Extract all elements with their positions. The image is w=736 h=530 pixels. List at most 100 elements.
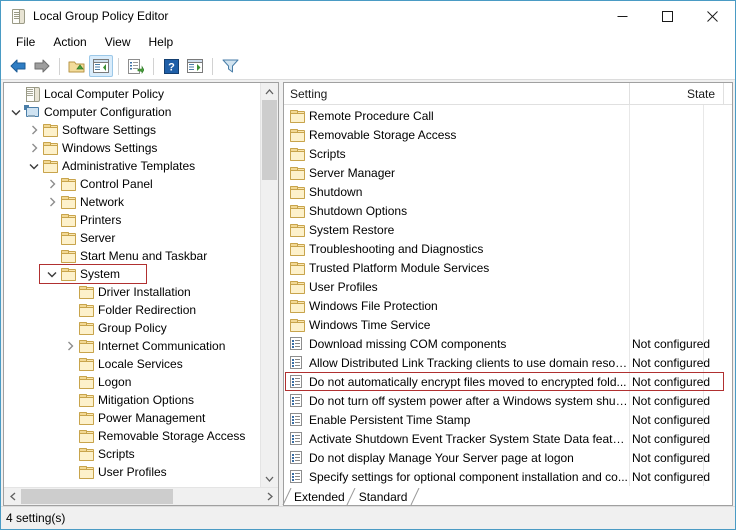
setting-row[interactable]: Do not display Manage Your Server page a… xyxy=(284,448,732,467)
folder-icon xyxy=(60,212,76,228)
setting-row[interactable]: User Profiles xyxy=(284,277,732,296)
setting-row[interactable]: System Restore xyxy=(284,220,732,239)
tree-item-system[interactable]: System xyxy=(4,265,260,283)
menu-file[interactable]: File xyxy=(7,33,44,51)
show-hide-action-pane-icon[interactable] xyxy=(183,55,207,77)
folder-icon xyxy=(78,338,94,354)
setting-row[interactable]: Specify settings for optional component … xyxy=(284,467,732,486)
setting-row[interactable]: Windows Time Service xyxy=(284,315,732,334)
tab-extended[interactable]: Extended xyxy=(282,488,353,505)
setting-row[interactable]: Shutdown xyxy=(284,182,732,201)
setting-row[interactable]: Windows File Protection xyxy=(284,296,732,315)
column-header-state[interactable]: State xyxy=(629,83,723,104)
forward-icon[interactable] xyxy=(30,55,54,77)
setting-row[interactable]: Download missing COM components Not confi… xyxy=(284,334,732,353)
chevron-down-icon[interactable] xyxy=(26,158,42,174)
setting-row[interactable]: Remote Procedure Call xyxy=(284,106,732,125)
tree-scroll-thumb[interactable] xyxy=(262,100,277,180)
column-header-setting[interactable]: Setting xyxy=(284,83,629,104)
tree-item-locale-services[interactable]: Locale Services xyxy=(4,355,260,373)
chevron-right-icon[interactable] xyxy=(62,338,78,354)
tree-item-mitigation-options[interactable]: Mitigation Options xyxy=(4,391,260,409)
tree-item-control-panel[interactable]: Control Panel xyxy=(4,175,260,193)
tree-item-server[interactable]: Server xyxy=(4,229,260,247)
tree-item-scripts[interactable]: Scripts xyxy=(4,445,260,463)
chevron-right-icon[interactable] xyxy=(44,176,60,192)
tree-item-administrative-templates[interactable]: Administrative Templates xyxy=(4,157,260,175)
tree-hscroll-thumb[interactable] xyxy=(21,489,173,504)
show-hide-console-tree-icon[interactable] xyxy=(89,55,113,77)
tree-item-power-management[interactable]: Power Management xyxy=(4,409,260,427)
scroll-up-icon[interactable] xyxy=(261,83,278,100)
tree-item-computer-configuration[interactable]: Computer Configuration xyxy=(4,103,260,121)
minimize-button[interactable] xyxy=(600,2,645,31)
setting-row[interactable]: Server Manager xyxy=(284,163,732,182)
policy-setting-icon xyxy=(289,355,305,371)
chevron-down-icon[interactable] xyxy=(8,104,24,120)
tree-item-label: Network xyxy=(80,195,125,209)
tree-item-start-menu-and-taskbar[interactable]: Start Menu and Taskbar xyxy=(4,247,260,265)
tree-item-label: Windows Settings xyxy=(62,141,158,155)
setting-name: Download missing COM components xyxy=(309,336,507,351)
folder-icon xyxy=(60,266,76,282)
tree-item-windows-settings[interactable]: Windows Settings xyxy=(4,139,260,157)
chevron-right-icon[interactable] xyxy=(26,122,42,138)
settings-list[interactable]: Remote Procedure Call Removable Storage A… xyxy=(284,105,732,486)
tree-item-label: Computer Configuration xyxy=(44,105,172,119)
tree-item-printers[interactable]: Printers xyxy=(4,211,260,229)
setting-row[interactable]: Removable Storage Access xyxy=(284,125,732,144)
tree-item-local-computer-policy[interactable]: Local Computer Policy xyxy=(4,85,260,103)
folder-icon xyxy=(289,222,305,238)
tree-item-label: Server xyxy=(80,231,116,245)
tree-item-driver-installation[interactable]: Driver Installation xyxy=(4,283,260,301)
tab-standard[interactable]: Standard xyxy=(346,488,420,505)
menu-view[interactable]: View xyxy=(96,33,140,51)
tree-hscroll-track[interactable] xyxy=(21,488,261,505)
tree-item-removable-storage-access[interactable]: Removable Storage Access xyxy=(4,427,260,445)
policy-tree[interactable]: Local Computer Policy Computer Configurat… xyxy=(4,83,260,487)
setting-row[interactable]: Trusted Platform Module Services xyxy=(284,258,732,277)
folder-icon xyxy=(289,108,305,124)
setting-row[interactable]: Activate Shutdown Event Tracker System S… xyxy=(284,429,732,448)
tree-item-folder-redirection[interactable]: Folder Redirection xyxy=(4,301,260,319)
toolbar-separator-4 xyxy=(212,57,213,75)
scroll-down-icon[interactable] xyxy=(261,470,278,487)
tree-item-network[interactable]: Network xyxy=(4,193,260,211)
export-list-icon[interactable] xyxy=(124,55,148,77)
tree-item-software-settings[interactable]: Software Settings xyxy=(4,121,260,139)
setting-row[interactable]: Do not turn off system power after a Win… xyxy=(284,391,732,410)
setting-row[interactable]: Shutdown Options xyxy=(284,201,732,220)
scroll-right-icon[interactable] xyxy=(261,488,278,505)
setting-state: Not configured xyxy=(632,336,711,351)
tree-item-group-policy[interactable]: Group Policy xyxy=(4,319,260,337)
menu-help[interactable]: Help xyxy=(140,33,183,51)
setting-row[interactable]: Do not automatically encrypt files moved… xyxy=(284,372,732,391)
tree-item-user-profiles[interactable]: User Profiles xyxy=(4,463,260,481)
setting-row[interactable]: Troubleshooting and Diagnostics xyxy=(284,239,732,258)
menu-action[interactable]: Action xyxy=(44,33,95,51)
help-icon[interactable]: ? xyxy=(159,55,183,77)
folder-icon xyxy=(78,356,94,372)
tree-vertical-scrollbar[interactable] xyxy=(260,83,278,487)
setting-row[interactable]: Allow Distributed Link Tracking clients … xyxy=(284,353,732,372)
tree-horizontal-scrollbar[interactable] xyxy=(4,487,278,505)
folder-icon xyxy=(289,108,305,124)
scroll-left-icon[interactable] xyxy=(4,488,21,505)
svg-text:?: ? xyxy=(168,61,175,73)
back-icon[interactable] xyxy=(6,55,30,77)
tree-scroll-track[interactable] xyxy=(261,100,278,470)
tree-item-logon[interactable]: Logon xyxy=(4,373,260,391)
close-button[interactable] xyxy=(690,2,735,31)
setting-row[interactable]: Scripts xyxy=(284,144,732,163)
up-one-level-icon[interactable] xyxy=(65,55,89,77)
chevron-right-icon[interactable] xyxy=(26,140,42,156)
setting-row[interactable]: Enable Persistent Time Stamp Not configur… xyxy=(284,410,732,429)
maximize-button[interactable] xyxy=(645,2,690,31)
tree-item-internet-communication[interactable]: Internet Communication xyxy=(4,337,260,355)
filter-icon[interactable] xyxy=(218,55,242,77)
folder-icon xyxy=(60,230,76,246)
tree-item-label: System xyxy=(80,267,121,281)
tree-item-label: Administrative Templates xyxy=(62,159,196,173)
chevron-down-icon[interactable] xyxy=(44,266,60,282)
chevron-right-icon[interactable] xyxy=(44,194,60,210)
